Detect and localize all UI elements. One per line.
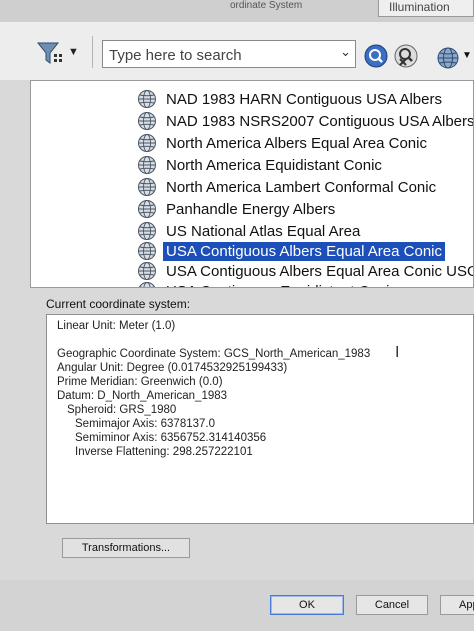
globe-icon [138,200,156,218]
transformations-button[interactable]: Transformations... [62,538,190,558]
list-item-label: NAD 1983 NSRS2007 Contiguous USA Albers [166,112,474,130]
search-box[interactable]: ⌄ [102,40,356,68]
globe-icon [138,90,156,108]
list-item-label: USA Contiguous Albers Equal Area Conic [162,240,446,262]
detail-line: Semiminor Axis: 6356752.314140356 [75,432,267,444]
current-coordinate-system-label: Current coordinate system: [46,297,191,311]
list-item[interactable]: North America Lambert Conformal Conic [137,177,439,197]
globe-icon [138,112,156,130]
detail-line: Angular Unit: Degree (0.0174532925199433… [57,362,288,374]
globe-icon [138,178,156,196]
detail-line: Datum: D_North_American_1983 [57,390,228,402]
list-item-label: North America Equidistant Conic [166,156,382,174]
globe-icon [138,156,156,174]
detail-line: Inverse Flattening: 298.257222101 [75,446,253,458]
filter-icon [36,42,62,64]
chevron-down-icon: ▼ [462,50,472,61]
globe-icon [138,222,156,240]
list-item-label: Panhandle Energy Albers [166,200,336,218]
list-item-label: NAD 1983 HARN Contiguous USA Albers [166,90,442,108]
apply-button[interactable]: Apply [440,595,474,615]
toolbar-separator [92,36,93,68]
window-title-fragment: ordinate System [230,0,303,11]
chevron-down-icon[interactable]: ▼ [68,46,79,58]
globe-icon [138,134,156,152]
search-icon[interactable] [364,44,388,68]
cancel-button[interactable]: Cancel [356,595,428,615]
coordinate-system-list[interactable]: NAD 1983 HARN Contiguous USA Albers NAD 1… [30,80,474,288]
coordinate-system-details: Linear Unit: Meter (1.0) Geographic Coor… [46,314,474,524]
list-item[interactable]: Panhandle Energy Albers [137,199,338,219]
ok-button[interactable]: OK [270,595,344,615]
title-strip: ordinate System Illumination [0,0,474,23]
coordinate-system-menu-button[interactable]: ▼ [436,46,474,70]
list-item[interactable]: US National Atlas Equal Area [137,221,363,241]
list-item[interactable]: NAD 1983 HARN Contiguous USA Albers [137,89,445,109]
list-item-label: US National Atlas Equal Area [166,222,361,240]
detail-line: Spheroid: GRS_1980 [67,404,177,416]
list-item[interactable]: North America Albers Equal Area Conic [137,133,430,153]
filter-button[interactable]: ▼ [36,40,82,66]
list-item[interactable]: NAD 1983 NSRS2007 Contiguous USA Albers [137,111,474,131]
globe-icon [138,282,156,287]
search-input[interactable] [107,42,331,68]
list-item[interactable]: USA Contiguous Albers Equal Area Conic [137,240,446,262]
list-item-label: North America Albers Equal Area Conic [166,134,427,152]
text-cursor-icon: I [395,344,400,361]
globe-icon [138,262,156,280]
list-item-label: North America Lambert Conformal Conic [166,178,437,196]
globe-icon [437,47,459,69]
clear-search-icon[interactable] [394,44,418,68]
detail-line: Geographic Coordinate System: GCS_North_… [57,348,371,360]
list-item[interactable]: USA Contiguous Albers Equal Area Conic U… [137,261,474,281]
globe-icon [138,242,156,260]
tab-illumination[interactable]: Illumination [378,0,474,17]
list-item[interactable]: North America Equidistant Conic [137,155,385,175]
search-dropdown-icon[interactable]: ⌄ [340,44,351,60]
list-item[interactable]: USA Contiguous Equidistant Conic [137,281,400,288]
detail-line: Linear Unit: Meter (1.0) [57,320,176,332]
list-item-label: USA Contiguous Equidistant Conic [163,282,400,288]
detail-line: Semimajor Axis: 6378137.0 [75,418,215,430]
list-item-label: USA Contiguous Albers Equal Area Conic U… [166,262,474,280]
detail-line: Prime Meridian: Greenwich (0.0) [57,376,223,388]
